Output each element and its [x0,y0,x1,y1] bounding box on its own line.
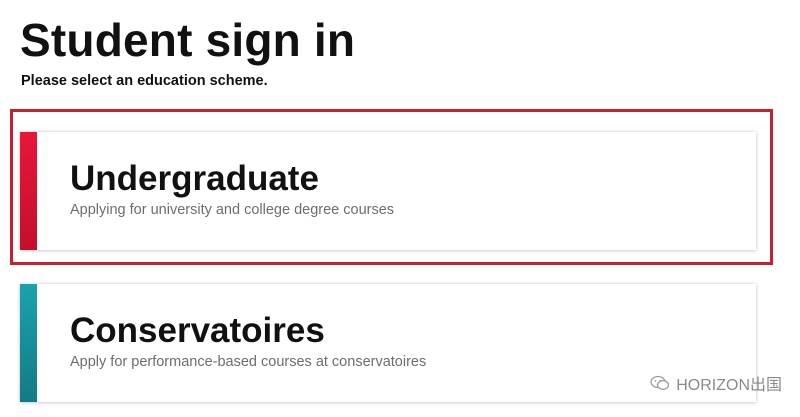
wechat-icon [650,375,670,391]
card-accent-bar [20,132,37,250]
watermark: HORIZON出国 [650,371,782,395]
scheme-card-conservatoires[interactable]: Conservatoires Apply for performance-bas… [20,284,756,402]
scheme-description: Apply for performance-based courses at c… [70,354,427,370]
scheme-card-undergraduate[interactable]: Undergraduate Applying for university an… [20,132,756,250]
scheme-title: Conservatoires [70,311,325,350]
card-accent-bar [20,284,37,402]
watermark-text: HORIZON出国 [676,377,782,394]
page: Student sign in Please select an educati… [0,0,800,417]
page-subtitle: Please select an education scheme. [21,73,268,89]
page-title: Student sign in [20,14,356,66]
scheme-description: Applying for university and college degr… [70,202,395,218]
scheme-title: Undergraduate [70,159,319,198]
